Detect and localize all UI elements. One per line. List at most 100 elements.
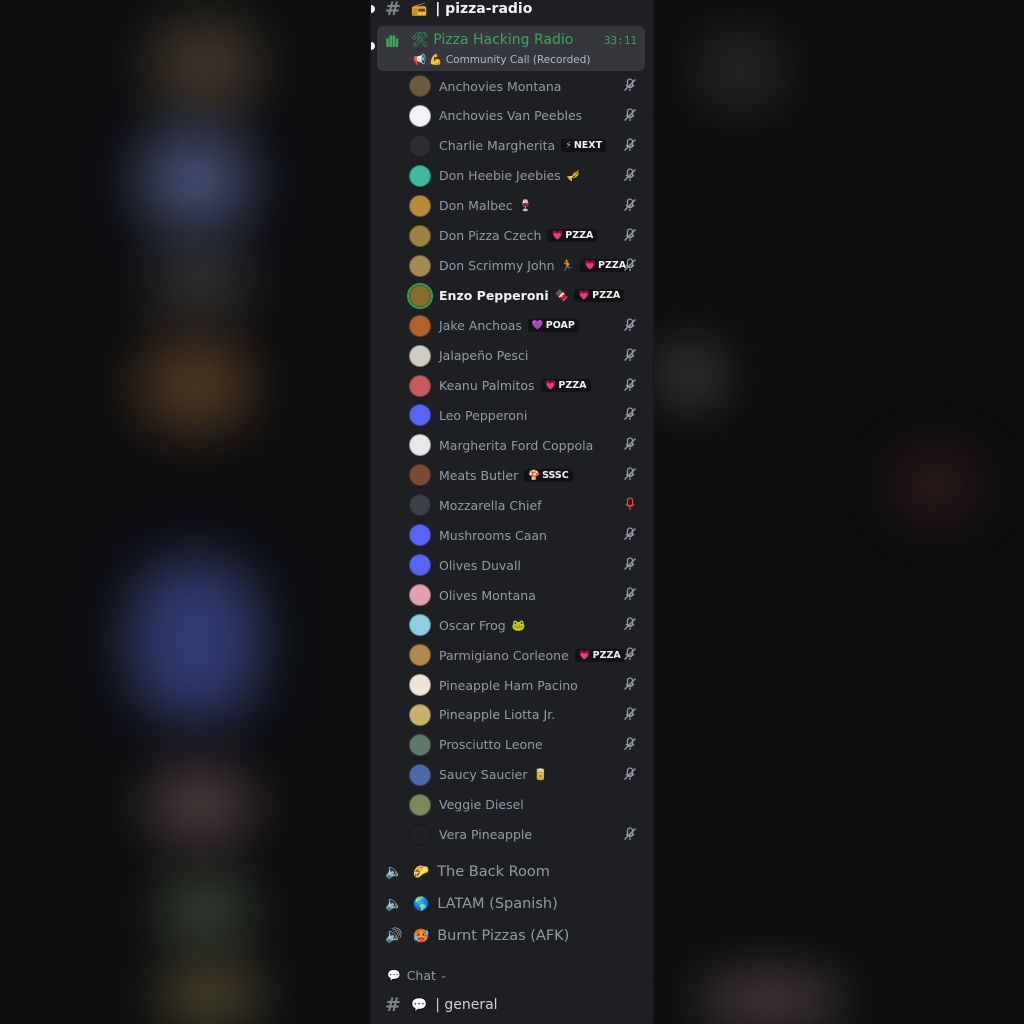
guild-tag-icon: 💗	[578, 649, 591, 661]
guild-tag-label: PZZA	[592, 649, 621, 661]
member-name: Oscar Frog	[439, 617, 506, 633]
mic-muted-icon	[624, 258, 636, 271]
voice-member[interactable]: Don Malbec 🍷	[409, 193, 641, 219]
member-emoji: 🐸	[511, 618, 526, 632]
voice-member[interactable]: Saucy Saucier 🥫	[409, 762, 641, 788]
guild-tag-label: PZZA	[565, 230, 594, 242]
voice-member[interactable]: Margherita Ford Coppola	[409, 432, 641, 458]
active-indicator	[371, 42, 375, 50]
voice-member[interactable]: Olives Duvall	[409, 552, 641, 578]
mic-muted-icon	[624, 377, 636, 391]
voice-member[interactable]: Veggie Diesel	[409, 792, 641, 818]
avatar	[409, 524, 431, 547]
guild-tag-label: POAP	[545, 320, 575, 332]
voice-member[interactable]: Jalapeño Pesci	[409, 343, 641, 369]
channel-emoji: 🌮	[413, 864, 430, 880]
avatar	[409, 793, 431, 816]
guild-tag-label: SSSC	[542, 469, 569, 481]
hash-icon: #	[385, 0, 401, 20]
member-name: Mozzarella Chief	[439, 497, 542, 513]
text-channel-pizza-radio[interactable]: # 📻 | pizza-radio	[385, 0, 532, 20]
unread-indicator	[371, 5, 375, 13]
guild-tag-badge: ⚡ NEXT	[561, 139, 607, 153]
member-name: Anchovies Van Peebles	[439, 108, 583, 124]
guild-tag-label: PZZA	[598, 260, 627, 272]
mic-muted-icon	[624, 228, 636, 241]
member-name: Don Scrimmy John	[439, 258, 555, 274]
voice-member[interactable]: Oscar Frog 🐸	[409, 612, 641, 638]
category-chat[interactable]: 💬 Chat ⌄	[387, 968, 447, 983]
mic-muted-icon	[624, 407, 636, 421]
voice-member[interactable]: Jake Anchoas 💜 POAP	[409, 313, 641, 339]
voice-member[interactable]: Anchovies Van Peebles	[409, 103, 641, 129]
guild-tag-icon: 💗	[578, 290, 591, 302]
voice-channel-latam[interactable]: 🔈 🌎 LATAM (Spanish)	[385, 892, 558, 916]
channel-sidebar: # 📻 | pizza-radio ıllı 🛠 Pizza Hacking R…	[370, 0, 654, 1024]
guild-tag-badge: 💗 PZZA	[574, 289, 625, 303]
avatar	[409, 164, 431, 187]
channel-name: | general	[435, 997, 498, 1013]
voice-channel-pizza-hacking-radio[interactable]: ıllı 🛠 Pizza Hacking Radio 33:11 📢 💪 Com…	[377, 26, 645, 71]
avatar	[409, 823, 431, 846]
voice-channel-subtitle: 📢 💪 Community Call (Recorded)	[413, 54, 591, 66]
voice-channel-back-room[interactable]: 🔈 🌮 The Back Room	[385, 860, 550, 884]
guild-tag-label: PZZA	[558, 380, 587, 391]
voice-member[interactable]: Don Pizza Czech 💗 PZZA	[409, 223, 641, 249]
mic-muted-icon	[624, 467, 636, 481]
voice-member[interactable]: Mozzarella Chief	[409, 492, 641, 518]
avatar	[409, 494, 431, 517]
voice-member[interactable]: Pineapple Ham Pacino	[409, 672, 641, 698]
member-name: Prosciutto Leone	[439, 737, 543, 753]
text-channel-general[interactable]: # 💬 | general	[385, 994, 498, 1016]
member-name: Leo Pepperoni	[439, 407, 528, 423]
voice-member[interactable]: Olives Montana	[409, 582, 641, 608]
channel-emoji: 💬	[411, 997, 428, 1013]
avatar	[409, 644, 431, 667]
call-timer: 33:11	[603, 34, 637, 47]
mic-muted-icon	[624, 677, 636, 690]
guild-tag-label: PZZA	[592, 290, 621, 302]
mic-muted-icon	[624, 737, 636, 750]
member-name: Don Pizza Czech	[439, 228, 542, 244]
voice-member[interactable]: Charlie Margherita ⚡ NEXT	[409, 133, 641, 159]
voice-member[interactable]: Mushrooms Caan	[409, 522, 641, 548]
avatar	[409, 194, 431, 217]
voice-member[interactable]: Don Heebie Jeebies 🎺	[409, 163, 641, 189]
voice-channel-burnt-pizzas[interactable]: 🔊 🥵 Burnt Pizzas (AFK)	[385, 924, 569, 948]
channel-name: LATAM (Spanish)	[437, 896, 558, 912]
guild-tag-icon: 💜	[531, 320, 544, 332]
mic-muted-icon	[624, 767, 636, 780]
mic-muted-icon	[624, 587, 636, 601]
voice-member[interactable]: Prosciutto Leone	[409, 732, 641, 758]
avatar	[409, 554, 431, 577]
voice-member[interactable]: Anchovies Montana	[409, 73, 641, 99]
speech-bubble-icon: 💬	[387, 969, 401, 982]
member-name: Enzo Pepperoni	[439, 288, 549, 304]
mic-live-icon	[625, 497, 635, 511]
member-emoji: 🥫	[533, 768, 548, 782]
avatar	[409, 404, 431, 427]
guild-tag-icon: 💗	[544, 380, 557, 391]
member-name: Don Malbec	[439, 198, 513, 214]
member-name: Olives Montana	[439, 587, 536, 603]
avatar	[409, 75, 431, 97]
member-name: Veggie Diesel	[439, 797, 524, 813]
guild-tag-icon: 🍄	[528, 469, 541, 481]
guild-tag-badge: 💗 PZZA	[574, 648, 625, 662]
voice-member[interactable]: Vera Pineapple	[409, 822, 641, 848]
voice-member[interactable]: Keanu Palmitos 💗 PZZA	[409, 373, 641, 399]
member-name: Jalapeño Pesci	[439, 348, 529, 364]
voice-member[interactable]: Meats Butler 🍄 SSSC	[409, 462, 641, 488]
voice-member[interactable]: Leo Pepperoni	[409, 402, 641, 428]
voice-member[interactable]: Don Scrimmy John 🏃 💗 PZZA	[409, 253, 641, 279]
member-name: Vera Pineapple	[439, 827, 533, 843]
member-name: Jake Anchoas	[439, 318, 522, 334]
avatar	[409, 434, 431, 457]
voice-member[interactable]: Enzo Pepperoni 🍫 💗 PZZA	[409, 283, 641, 309]
member-name: Meats Butler	[439, 467, 519, 483]
channel-emoji: 🥵	[413, 928, 430, 944]
avatar	[409, 464, 431, 487]
mic-muted-icon	[624, 108, 636, 121]
voice-member[interactable]: Pineapple Liotta Jr.	[409, 702, 641, 728]
voice-member[interactable]: Parmigiano Corleone 💗 PZZA	[409, 642, 641, 668]
